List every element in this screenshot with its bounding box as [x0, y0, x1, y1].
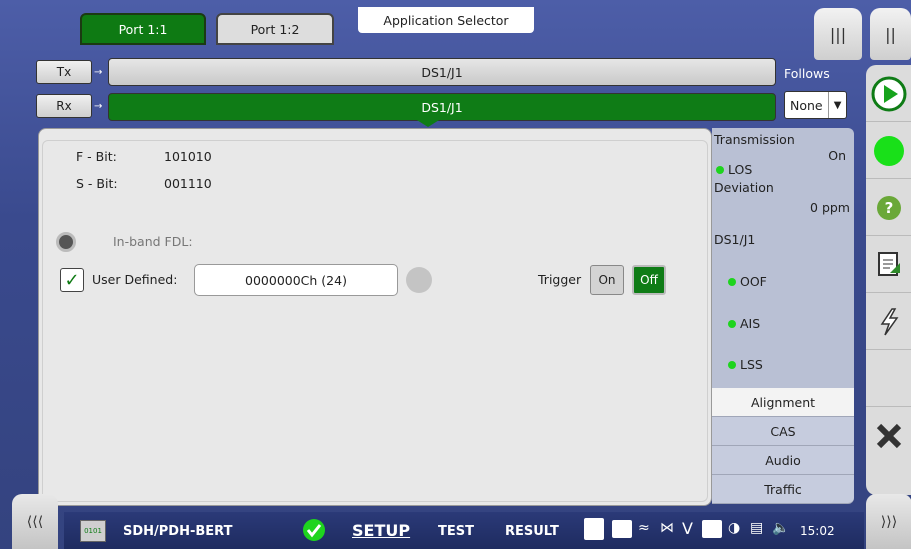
screen-icon	[612, 520, 632, 538]
los-led	[716, 166, 724, 174]
clock: 15:02	[800, 524, 835, 538]
rx-arrow-icon: →	[94, 101, 103, 112]
status-led-gray	[406, 267, 432, 293]
deviation-value: 0 ppm	[810, 200, 850, 215]
satellite-icon: ◑	[728, 520, 741, 536]
tab-port-1-1[interactable]: Port 1:1	[80, 13, 206, 45]
follows-select[interactable]: None ▼	[784, 91, 847, 119]
s-bit-label: S - Bit:	[76, 176, 118, 191]
green-led-icon	[873, 135, 904, 166]
bars-icon: ||	[885, 24, 896, 44]
scroll-left-button[interactable]: ⟨⟨⟨	[12, 494, 58, 549]
bars-icon: |||	[829, 24, 847, 44]
trigger-label: Trigger	[538, 272, 582, 287]
inband-fdl-radio[interactable]	[56, 232, 76, 252]
rx-indicator-notch	[412, 117, 444, 127]
oof-led	[728, 278, 736, 286]
test-tab[interactable]: TEST	[438, 524, 474, 539]
ds1-label: DS1/J1	[714, 232, 756, 247]
rx-button[interactable]: Rx	[36, 94, 92, 118]
follows-label: Follows	[784, 66, 830, 81]
f-bit-label: F - Bit:	[76, 149, 117, 164]
tx-signal-bar[interactable]: DS1/J1	[108, 58, 776, 86]
scroll-right-button[interactable]: ⟩⟩⟩	[866, 494, 911, 549]
close-icon	[876, 423, 901, 449]
close-button[interactable]	[866, 408, 911, 464]
network-icon: ▤	[750, 520, 764, 536]
tx-button[interactable]: Tx	[36, 60, 92, 84]
app-icon: 0101	[80, 520, 106, 542]
los-label: LOS	[728, 162, 753, 177]
app-name: SDH/PDH-BERT	[123, 524, 233, 539]
bluetooth-icon: ⋈	[660, 520, 674, 536]
tab-audio[interactable]: Audio	[712, 446, 854, 475]
ais-led	[728, 320, 736, 328]
s-bit-value: 001110	[164, 176, 212, 191]
check-ok-icon	[302, 518, 326, 546]
transmission-label: Transmission	[714, 132, 795, 147]
setup-tab[interactable]: SETUP	[352, 521, 410, 540]
trigger-on-button[interactable]: On	[590, 265, 624, 295]
follows-value: None	[790, 97, 823, 113]
help-button[interactable]: ?	[866, 180, 911, 236]
speaker-icon: 🔈	[772, 520, 790, 536]
error-inject-button[interactable]	[866, 294, 911, 350]
trigger-off-button[interactable]: Off	[632, 265, 666, 295]
help-icon: ?	[876, 195, 901, 220]
user-defined-label: User Defined:	[92, 272, 178, 287]
tx-arrow-icon: →	[94, 67, 103, 78]
report-button[interactable]	[866, 237, 911, 293]
status-panel: Transmission On LOS Deviation 0 ppm DS1/…	[712, 128, 854, 388]
ais-label: AIS	[740, 316, 761, 331]
report-icon	[877, 251, 900, 276]
tab-alignment[interactable]: Alignment	[712, 388, 854, 417]
empty-slot	[866, 351, 911, 407]
lightning-icon	[880, 307, 898, 335]
side-menu-button[interactable]: ||	[870, 8, 911, 60]
play-icon	[871, 76, 906, 111]
lss-led	[728, 361, 736, 369]
tab-traffic[interactable]: Traffic	[712, 475, 854, 504]
chevron-down-icon: ▼	[828, 92, 846, 118]
result-tab[interactable]: RESULT	[505, 524, 559, 539]
double-chevron-left-icon: ⟨⟨⟨	[26, 513, 44, 530]
battery-icon	[584, 518, 604, 540]
tab-port-1-2[interactable]: Port 1:2	[216, 13, 334, 45]
status-led-button[interactable]	[866, 123, 911, 179]
user-defined-checkbox[interactable]: ✓	[60, 268, 84, 292]
wifi-icon: ≈	[638, 520, 650, 536]
oof-label: OOF	[740, 274, 767, 289]
checkmark-icon: ✓	[64, 269, 80, 291]
application-selector[interactable]: Application Selector	[358, 7, 534, 33]
start-button[interactable]	[866, 66, 911, 122]
panel-menu-button[interactable]: |||	[814, 8, 862, 60]
transmission-value: On	[828, 148, 846, 163]
v-icon: V	[682, 519, 693, 538]
f-bit-value: 101010	[164, 149, 212, 164]
main-panel	[38, 128, 712, 506]
lss-label: LSS	[740, 357, 763, 372]
user-defined-field[interactable]: 0000000Ch (24)	[194, 264, 398, 296]
inband-fdl-label: In-band FDL:	[113, 234, 193, 249]
terminal-icon	[702, 520, 722, 538]
deviation-label: Deviation	[714, 180, 774, 195]
svg-text:?: ?	[884, 199, 893, 217]
double-chevron-right-icon: ⟩⟩⟩	[880, 513, 898, 530]
tab-cas[interactable]: CAS	[712, 417, 854, 446]
